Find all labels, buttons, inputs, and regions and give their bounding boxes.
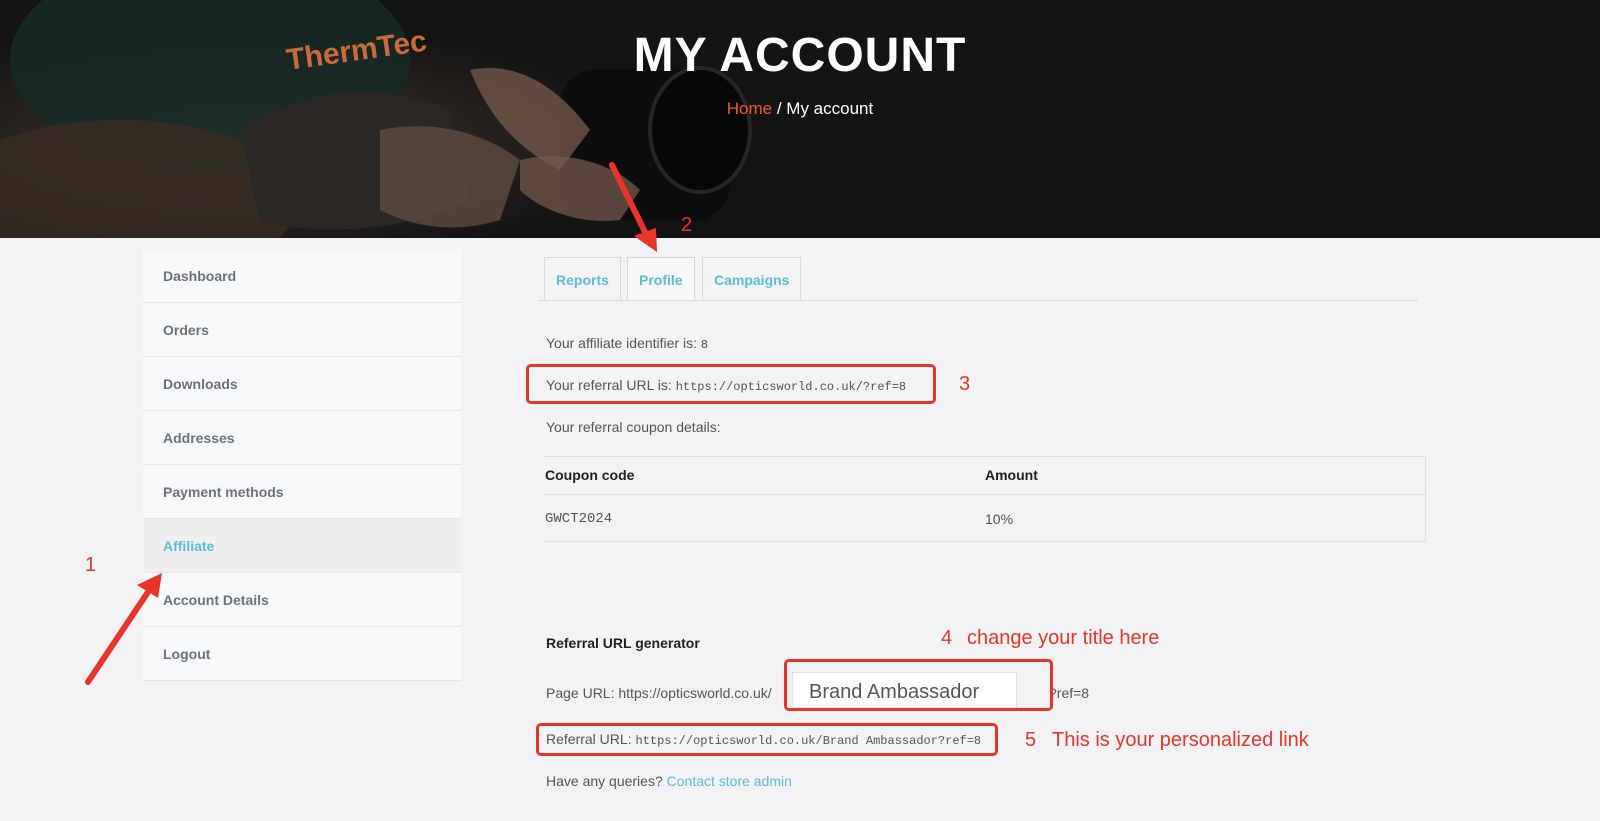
annotation-box-page-url-input [784,659,1053,711]
annotation-number-1: 1 [85,554,97,576]
affiliate-identifier: Your affiliate identifier is: 8 [546,335,708,352]
page-title: MY ACCOUNT [633,29,967,82]
annotation-text-5: This is your personalized link [1052,729,1309,751]
annotation-number-4: 4 [941,627,953,649]
sidebar-item-payment-methods[interactable]: Payment methods [143,465,461,519]
sidebar-item-downloads[interactable]: Downloads [143,357,461,411]
tab-profile[interactable]: Profile [627,257,695,300]
coupon-details-label: Your referral coupon details: [546,419,721,435]
column-header-coupon-code: Coupon code [545,456,985,495]
coupon-table: Coupon code Amount GWCT2024 10% [545,456,1427,542]
breadcrumb-current: My account [786,99,874,118]
tab-campaigns[interactable]: Campaigns [702,257,802,300]
table-row: GWCT2024 10% [545,495,1427,543]
page-url-prefix: Page URL: https://opticsworld.co.uk/ [546,685,772,701]
coupon-code-cell: GWCT2024 [545,510,613,527]
table-header-row: Coupon code Amount [545,456,1427,495]
sidebar-item-affiliate[interactable]: Affiliate [143,519,461,573]
breadcrumb-separator: / [772,99,787,118]
coupon-amount-cell: 10% [985,510,1014,527]
breadcrumb-home-link[interactable]: Home [727,99,772,118]
column-header-amount: Amount [985,456,1427,495]
annotation-number-3: 3 [959,373,971,395]
affiliate-identifier-value: 8 [700,338,709,352]
sidebar-item-addresses[interactable]: Addresses [143,411,461,465]
sidebar-item-orders[interactable]: Orders [143,303,461,357]
page-url-suffix: ?ref=8 [1049,685,1090,701]
hero-banner: ThermTec MY ACCOUNT Home / My account [0,0,1600,238]
referral-generator-title: Referral URL generator [546,635,700,651]
sidebar-item-account-details[interactable]: Account Details [143,573,461,627]
sidebar-item-dashboard[interactable]: Dashboard [143,249,461,303]
annotation-number-5: 5 [1025,729,1037,751]
breadcrumb: Home / My account [0,99,1600,119]
annotation-number-2: 2 [681,214,693,236]
affiliate-tabs: Reports Profile Campaigns [538,257,1418,301]
annotation-box-referral-url [526,364,936,404]
contact-store-admin-link[interactable]: Contact store admin [667,773,792,789]
sidebar-item-logout[interactable]: Logout [143,627,461,681]
account-sidebar: Dashboard Orders Downloads Addresses Pay… [143,249,461,681]
tab-reports[interactable]: Reports [544,257,621,300]
queries-line: Have any queries? Contact store admin [546,773,792,789]
affiliate-identifier-label: Your affiliate identifier is: [546,335,701,351]
queries-text: Have any queries? [546,773,667,789]
annotation-box-generated-url [536,723,998,756]
annotation-text-4: change your title here [967,627,1160,649]
